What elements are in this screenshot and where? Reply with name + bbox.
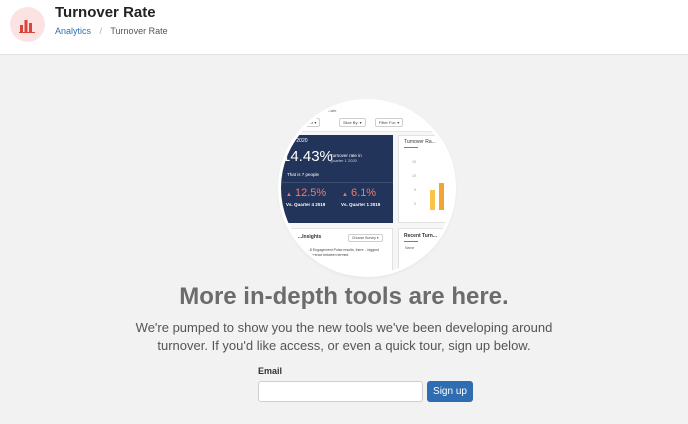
dashboard-preview-image: Turnover Rate ...e Quarter ▾ Slice By: ▾…	[281, 102, 453, 274]
preview-y-tick: 10	[412, 174, 416, 178]
page-title: Turnover Rate	[55, 4, 156, 21]
breadcrumb-current: Turnover Rate	[110, 26, 168, 36]
preview-y-tick: 0	[414, 202, 416, 206]
preview-y-tick: 15	[412, 160, 416, 164]
preview-compare-2-value: ▲ 6.1%	[342, 187, 376, 199]
preview-y-tick: 5	[414, 188, 416, 192]
preview-compare-1-value: ▲ 12.5%	[286, 187, 326, 199]
preview-chart-title: Turnover Ra...	[404, 139, 436, 145]
sign-up-button[interactable]: Sign up	[427, 381, 473, 402]
up-arrow-icon: ▲	[286, 192, 292, 198]
preview-compare-2-number: 6.1%	[351, 187, 377, 199]
preview-top-title: Turnover Rate	[311, 108, 337, 113]
preview-divider	[281, 182, 393, 183]
preview-insights-text: ...8 Engagement Pulse results, there ...…	[307, 248, 379, 257]
preview-insights-title: ...Insights	[298, 234, 322, 240]
preview-rate-sub: Quarter 1 2020	[330, 158, 357, 163]
page-header: Turnover Rate Analytics / Turnover Rate	[0, 0, 688, 55]
preview-bar	[439, 183, 444, 210]
subtext-line-2: turnover. If you'd like access, or even …	[157, 338, 531, 353]
preview-filter-slice: Slice By: ▾	[339, 118, 366, 127]
email-field[interactable]	[258, 381, 423, 402]
subtext-line-1: We're pumped to show you the new tools w…	[135, 320, 553, 335]
breadcrumb-analytics-link[interactable]: Analytics	[55, 26, 91, 36]
preview-topbar: Turnover Rate ...e Quarter ▾ Slice By: ▾…	[281, 102, 453, 132]
preview-filter-quarter: ...e Quarter ▾	[289, 118, 321, 127]
preview-compare-1-number: 12.5%	[295, 187, 327, 199]
up-arrow-icon: ▲	[342, 192, 348, 198]
preview-big-value: 14.43%	[282, 148, 333, 165]
email-label: Email	[258, 366, 283, 376]
subtext: We're pumped to show you the new tools w…	[0, 319, 688, 355]
preview-filter-for: Filter For: ▾	[375, 118, 404, 127]
breadcrumb: Analytics / Turnover Rate	[55, 26, 168, 36]
preview-compare-1-label: Vs. Quarter 4 2019	[286, 202, 326, 207]
preview-insights-card: ...Insights Choose Survey ▾ ...8 Engagem…	[281, 228, 393, 274]
preview-chart-underline	[404, 147, 418, 148]
breadcrumb-separator: /	[99, 26, 103, 36]
preview-people: That is 7 people	[287, 172, 320, 177]
preview-recent-title: Recent Turn...	[404, 233, 437, 239]
preview-recent-col: Name	[405, 246, 415, 250]
preview-chart-card: Turnover Ra... 15 10 5 0	[398, 135, 453, 223]
preview-choose-survey: Choose Survey ▾	[348, 234, 383, 242]
preview-bar	[430, 190, 435, 210]
preview-quarter: ...r 1 2020	[285, 138, 308, 144]
headline: More in-depth tools are here.	[179, 283, 509, 310]
preview-stat-card: ...r 1 2020 14.43% Turnover rate in Quar…	[281, 135, 393, 223]
preview-compare-2-label: Vs. Quarter 1 2019	[341, 202, 381, 207]
preview-recent-underline	[404, 241, 418, 242]
bar-chart-icon	[10, 7, 45, 42]
preview-recent-card: Recent Turn... Name	[398, 228, 453, 274]
